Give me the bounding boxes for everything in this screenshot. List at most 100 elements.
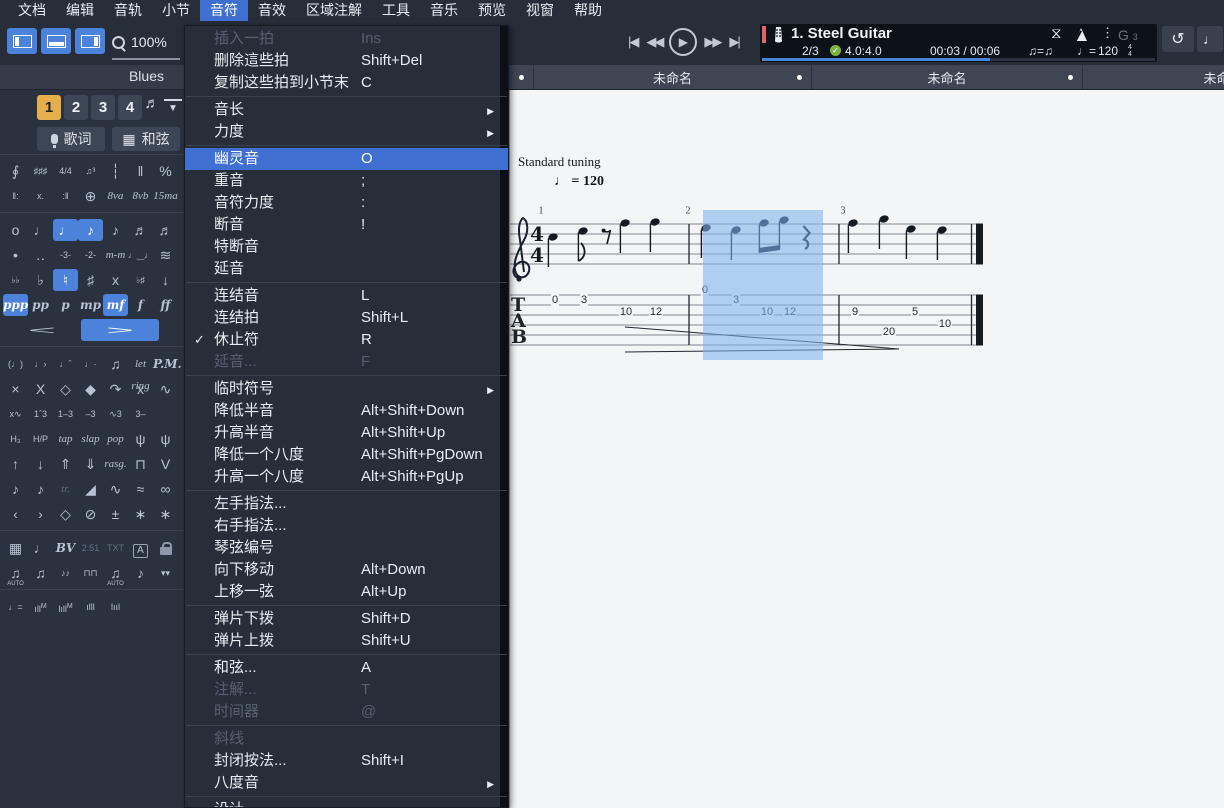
bend-icon[interactable]: ↷ [103, 378, 128, 400]
menu-item[interactable]: 音符力度: [185, 192, 508, 214]
menu-item[interactable]: 延音 [185, 258, 508, 280]
menu-item[interactable]: 封闭按法...Shift+I [185, 750, 508, 772]
slide-wave-icon[interactable]: ∿ [153, 378, 178, 400]
key-signature-icon[interactable]: ♯♯♯ [28, 160, 53, 182]
fade-in-icon[interactable]: ‹ [3, 503, 28, 525]
menu-item[interactable]: 断音! [185, 214, 508, 236]
half-note-icon[interactable]: ♩ [28, 219, 53, 241]
slide-1-3-icon[interactable]: 1–3 [53, 403, 78, 425]
eighth-note-alt-icon[interactable]: ♪ [103, 219, 128, 241]
voice-button-4[interactable]: 4 [118, 95, 142, 120]
menu-item[interactable]: 和弦...A [185, 657, 508, 679]
menu-item[interactable]: 力度▶ [185, 121, 508, 143]
vibrato-icon[interactable]: ∿ [103, 478, 128, 500]
menu-item[interactable]: 延音...F [185, 351, 508, 373]
eighth-note-icon[interactable]: ♪ [78, 219, 103, 241]
menubar-item-8[interactable]: 工具 [372, 0, 420, 21]
layout-linear-button[interactable] [41, 28, 71, 54]
octave-down-icon[interactable]: 8vb [128, 185, 153, 207]
cross-note-icon[interactable]: X [28, 378, 53, 400]
custom-tuplet-icon[interactable]: m-m [103, 244, 128, 266]
menu-item[interactable]: 升高一个八度Alt+Shift+PgUp [185, 466, 508, 488]
dynamic-ppp-icon[interactable]: ppp [3, 294, 28, 316]
staccato-icon[interactable]: ♩· [78, 353, 103, 375]
menubar-item-7[interactable]: 区域注解 [296, 0, 372, 21]
double-dotted-note-icon[interactable]: ‥ [28, 244, 53, 266]
menu-item[interactable]: 右手指法... [185, 515, 508, 537]
fret-number[interactable]: 20 [882, 326, 896, 338]
heavy-accent-icon[interactable]: ♩ˆ [53, 353, 78, 375]
skip-to-start-button[interactable]: |◀ [626, 32, 639, 52]
chord-diagram-icon[interactable]: ▦ [3, 537, 28, 559]
crescendo-icon[interactable]: < [3, 319, 81, 341]
fret-number[interactable]: 9 [851, 306, 859, 318]
menu-item[interactable]: 降低一个八度Alt+Shift+PgDown [185, 444, 508, 466]
notes-tool-button[interactable]: ♬ [142, 95, 162, 112]
fast-forward-button[interactable]: ▶▶ [702, 32, 722, 52]
plus-minus-icon[interactable]: ± [103, 503, 128, 525]
menu-item[interactable]: 升高半音Alt+Shift+Up [185, 422, 508, 444]
natural-harmonic-icon[interactable]: ◇ [53, 378, 78, 400]
voice-button-2[interactable]: 2 [64, 95, 88, 120]
arpeggio-icon[interactable]: ≋ [153, 244, 178, 266]
zoom-slider[interactable] [112, 58, 180, 60]
dotted-barline-icon[interactable]: ┆ [103, 160, 128, 182]
menubar-item-10[interactable]: 预览 [468, 0, 516, 21]
track-list-row[interactable]: Blues [0, 65, 184, 90]
menu-item[interactable]: 设计▶ [185, 799, 508, 808]
fret-number[interactable]: 3 [580, 294, 588, 306]
menu-item[interactable]: 时间器@ [185, 701, 508, 723]
menubar-item-6[interactable]: 音效 [248, 0, 296, 21]
harmonic-wide-icon[interactable]: ◇ [53, 503, 78, 525]
flat-icon[interactable]: ♭ [28, 269, 53, 291]
lyrics-button[interactable]: 歌词 [37, 127, 105, 151]
grace-before-icon[interactable]: ♪ [3, 478, 28, 500]
flat-sharp-icon[interactable]: ♭♯ [128, 269, 153, 291]
velocity-up-icon[interactable]: ılll [78, 596, 103, 618]
menu-item[interactable]: 临时符号▶ [185, 378, 508, 400]
star-effect-2-icon[interactable]: ∗ [153, 503, 178, 525]
menu-item[interactable]: 连结拍Shift+L [185, 307, 508, 329]
semitone-down-icon[interactable]: ↓ [153, 269, 178, 291]
menu-item[interactable]: 重音; [185, 170, 508, 192]
triplet-icon[interactable]: -3- [53, 244, 78, 266]
velocity-mix-icon[interactable]: lııl [103, 596, 128, 618]
dynamic-mf-icon[interactable]: mf [103, 294, 128, 316]
fret-number[interactable]: 5 [911, 306, 919, 318]
slapping-icon[interactable]: slap [78, 428, 103, 450]
fret-number[interactable]: 0 [551, 294, 559, 306]
menu-item[interactable]: ✓休止符R [185, 329, 508, 351]
menu-item[interactable]: 弹片上拨Shift+U [185, 630, 508, 652]
palm-mute-icon[interactable]: P.M. [153, 353, 178, 375]
menu-item[interactable]: 插入一拍Ins [185, 28, 508, 50]
menu-item[interactable]: 左手指法... [185, 493, 508, 515]
lock-icon[interactable] [153, 537, 178, 559]
beam-double-icon[interactable]: ⊓⊓ [78, 562, 103, 584]
menu-item[interactable]: 降低半音Alt+Shift+Down [185, 400, 508, 422]
slide-in-icon[interactable]: –3 [78, 403, 103, 425]
legato-icon[interactable]: ♫ [103, 353, 128, 375]
menu-item[interactable]: 琴弦编号 [185, 537, 508, 559]
fret-number[interactable]: 10 [938, 318, 952, 330]
metronome-note-button[interactable]: ♩ [1197, 26, 1223, 52]
quindicesima-icon[interactable]: 15ma [153, 185, 178, 207]
wide-vibrato-icon[interactable]: ≈ [128, 478, 153, 500]
bv-marker-icon[interactable]: BV [53, 537, 78, 559]
layout-multitrack-button[interactable] [75, 28, 105, 54]
grace-on-icon[interactable]: ♪ [28, 478, 53, 500]
menu-item[interactable]: 删除這些拍Shift+Del [185, 50, 508, 72]
menubar-item-2[interactable]: 编辑 [56, 0, 104, 21]
menu-item[interactable]: 复制这些拍到小节末C [185, 72, 508, 94]
menu-item[interactable]: 注解...T [185, 679, 508, 701]
stroke-up-icon[interactable]: ↑ [3, 453, 28, 475]
artificial-harmonic-icon[interactable]: ◆ [78, 378, 103, 400]
loop-button[interactable]: ↺ [1162, 26, 1194, 52]
decrescendo-icon[interactable]: > [81, 319, 159, 341]
triplet-feel-icon[interactable]: ♫³ [78, 160, 103, 182]
menubar-item-12[interactable]: 帮助 [564, 0, 612, 21]
ghost-note-icon[interactable]: (♩) [3, 353, 28, 375]
slide-out-icon[interactable]: 3– [128, 403, 153, 425]
sharp-icon[interactable]: ♯ [78, 269, 103, 291]
left-hand-icon[interactable]: ψ [128, 428, 153, 450]
dotted-note-icon[interactable]: • [3, 244, 28, 266]
